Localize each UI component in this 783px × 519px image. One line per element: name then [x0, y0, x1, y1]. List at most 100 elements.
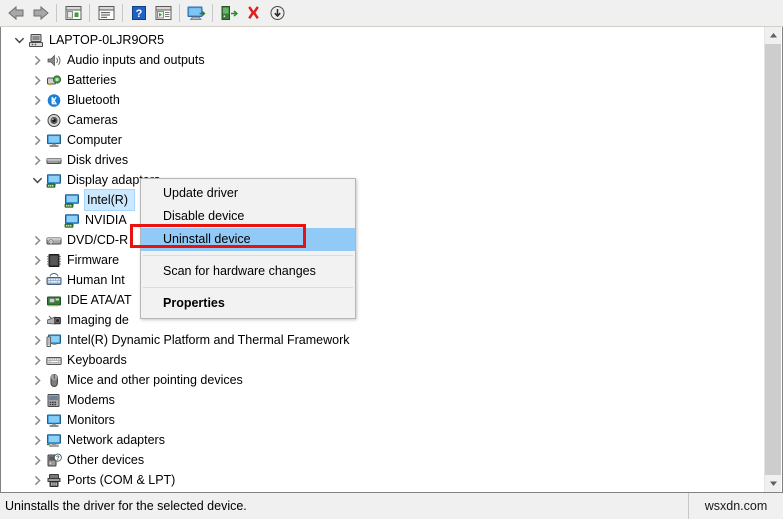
chevron-right-icon[interactable]: [29, 352, 45, 368]
chevron-right-icon[interactable]: [29, 252, 45, 268]
update-driver-button[interactable]: [217, 2, 241, 24]
tree-item-label: Cameras: [67, 113, 118, 127]
chevron-right-icon[interactable]: [29, 392, 45, 408]
tree-item[interactable]: ? Other devices: [1, 450, 764, 470]
toolbar-separator: [56, 4, 57, 22]
tree-item[interactable]: Firmware: [1, 250, 764, 270]
chevron-right-icon[interactable]: [29, 292, 45, 308]
tree-item[interactable]: Intel(R) Dynamic Platform and Thermal Fr…: [1, 330, 764, 350]
disable-device-button[interactable]: [265, 2, 289, 24]
monitor-icon: [45, 132, 63, 148]
bluetooth-icon: [45, 92, 63, 108]
back-button[interactable]: [4, 2, 28, 24]
tree-root-item[interactable]: LAPTOP-0LJR9OR5: [1, 30, 764, 50]
chevron-right-icon[interactable]: [29, 472, 45, 488]
tree-item[interactable]: IDE ATA/AT: [1, 290, 764, 310]
thermal-framework-icon: [45, 332, 63, 348]
tree-item[interactable]: Network adapters: [1, 430, 764, 450]
forward-button[interactable]: [28, 2, 52, 24]
dvd-drive-icon: [45, 232, 63, 248]
tree-item[interactable]: Intel(R): [1, 189, 764, 211]
tree-item-label: Modems: [67, 393, 115, 407]
chevron-right-icon[interactable]: [29, 452, 45, 468]
menu-item-properties[interactable]: Properties: [141, 292, 355, 315]
device-tree[interactable]: LAPTOP-0LJR9OR5 Audio inputs and outputs B…: [1, 27, 764, 492]
toolbar-separator: [212, 4, 213, 22]
chevron-right-icon[interactable]: [29, 132, 45, 148]
scroll-down-arrow-icon[interactable]: [765, 475, 781, 492]
properties-button[interactable]: [94, 2, 118, 24]
tree-item[interactable]: Computer: [1, 130, 764, 150]
uninstall-device-button[interactable]: [241, 2, 265, 24]
tree-item[interactable]: Display adapters: [1, 170, 764, 190]
scrollbar-thumb[interactable]: [765, 44, 781, 475]
chevron-right-icon[interactable]: [29, 52, 45, 68]
scroll-up-arrow-icon[interactable]: [765, 27, 781, 44]
menu-separator: [143, 287, 353, 288]
keyboard-icon: [45, 352, 63, 368]
vertical-scrollbar[interactable]: [764, 27, 781, 492]
menu-item-update-driver[interactable]: Update driver: [141, 182, 355, 205]
tree-item[interactable]: Batteries: [1, 70, 764, 90]
tree-item[interactable]: NVIDIA: [1, 210, 764, 230]
chevron-right-icon[interactable]: [29, 92, 45, 108]
speaker-icon: [45, 52, 63, 68]
tree-item-label: IDE ATA/AT: [67, 293, 132, 307]
chevron-right-icon[interactable]: [29, 412, 45, 428]
tree-item-label: Network adapters: [67, 433, 165, 447]
help-button[interactable]: ?: [127, 2, 151, 24]
tree-item-label: Bluetooth: [67, 93, 120, 107]
tree-item-label: Human Int: [67, 273, 125, 287]
toolbar-separator: [122, 4, 123, 22]
tree-item[interactable]: Cameras: [1, 110, 764, 130]
menu-separator: [143, 255, 353, 256]
svg-text:?: ?: [55, 456, 59, 462]
chevron-right-icon[interactable]: [29, 112, 45, 128]
status-bar: Uninstalls the driver for the selected d…: [0, 492, 783, 519]
menu-item-disable-device[interactable]: Disable device: [141, 205, 355, 228]
toolbar-separator: [89, 4, 90, 22]
tree-item[interactable]: DVD/CD-R: [1, 230, 764, 250]
tree-item-label: Audio inputs and outputs: [67, 53, 205, 67]
chevron-right-icon[interactable]: [29, 432, 45, 448]
tree-item[interactable]: Keyboards: [1, 350, 764, 370]
menu-item-scan-for-hardware-changes[interactable]: Scan for hardware changes: [141, 260, 355, 283]
tree-item[interactable]: Disk drives: [1, 150, 764, 170]
tree-item[interactable]: Imaging de: [1, 310, 764, 330]
chevron-right-icon[interactable]: [29, 372, 45, 388]
tree-item-label: Other devices: [67, 453, 145, 467]
chevron-right-icon[interactable]: [29, 312, 45, 328]
chevron-right-icon[interactable]: [29, 72, 45, 88]
hid-icon: [45, 272, 63, 288]
tree-item-label: DVD/CD-R: [67, 233, 129, 247]
chevron-right-icon[interactable]: [29, 232, 45, 248]
tree-item[interactable]: Mice and other pointing devices: [1, 370, 764, 390]
port-icon: [45, 472, 63, 488]
view-button[interactable]: [151, 2, 175, 24]
display-adapter-icon: [63, 212, 81, 228]
tree-item[interactable]: Ports (COM & LPT): [1, 470, 764, 490]
tree-item[interactable]: Audio inputs and outputs: [1, 50, 764, 70]
show-hide-tree-button[interactable]: [61, 2, 85, 24]
scan-hardware-button[interactable]: [184, 2, 208, 24]
tree-item-label: Imaging de: [67, 313, 129, 327]
chevron-right-icon[interactable]: [29, 332, 45, 348]
tree-item-label: Disk drives: [67, 153, 129, 167]
tree-item[interactable]: Human Int: [1, 270, 764, 290]
tree-item-label: Monitors: [67, 413, 115, 427]
chevron-down-icon[interactable]: [11, 32, 27, 48]
chevron-down-icon[interactable]: [29, 172, 45, 188]
tree-item[interactable]: Modems: [1, 390, 764, 410]
chevron-right-icon[interactable]: [29, 272, 45, 288]
context-menu[interactable]: Update driver Disable device Uninstall dev…: [140, 178, 356, 319]
tree-item-label: Intel(R) Dynamic Platform and Thermal Fr…: [67, 333, 350, 347]
menu-item-uninstall-device[interactable]: Uninstall device: [141, 228, 355, 251]
display-adapter-icon: [63, 192, 81, 208]
status-message: Uninstalls the driver for the selected d…: [0, 493, 689, 519]
chevron-right-icon[interactable]: [29, 152, 45, 168]
tree-item[interactable]: Bluetooth: [1, 90, 764, 110]
tree-item-label: Intel(R): [84, 189, 135, 211]
monitor-icon: [45, 412, 63, 428]
tree-item[interactable]: Monitors: [1, 410, 764, 430]
